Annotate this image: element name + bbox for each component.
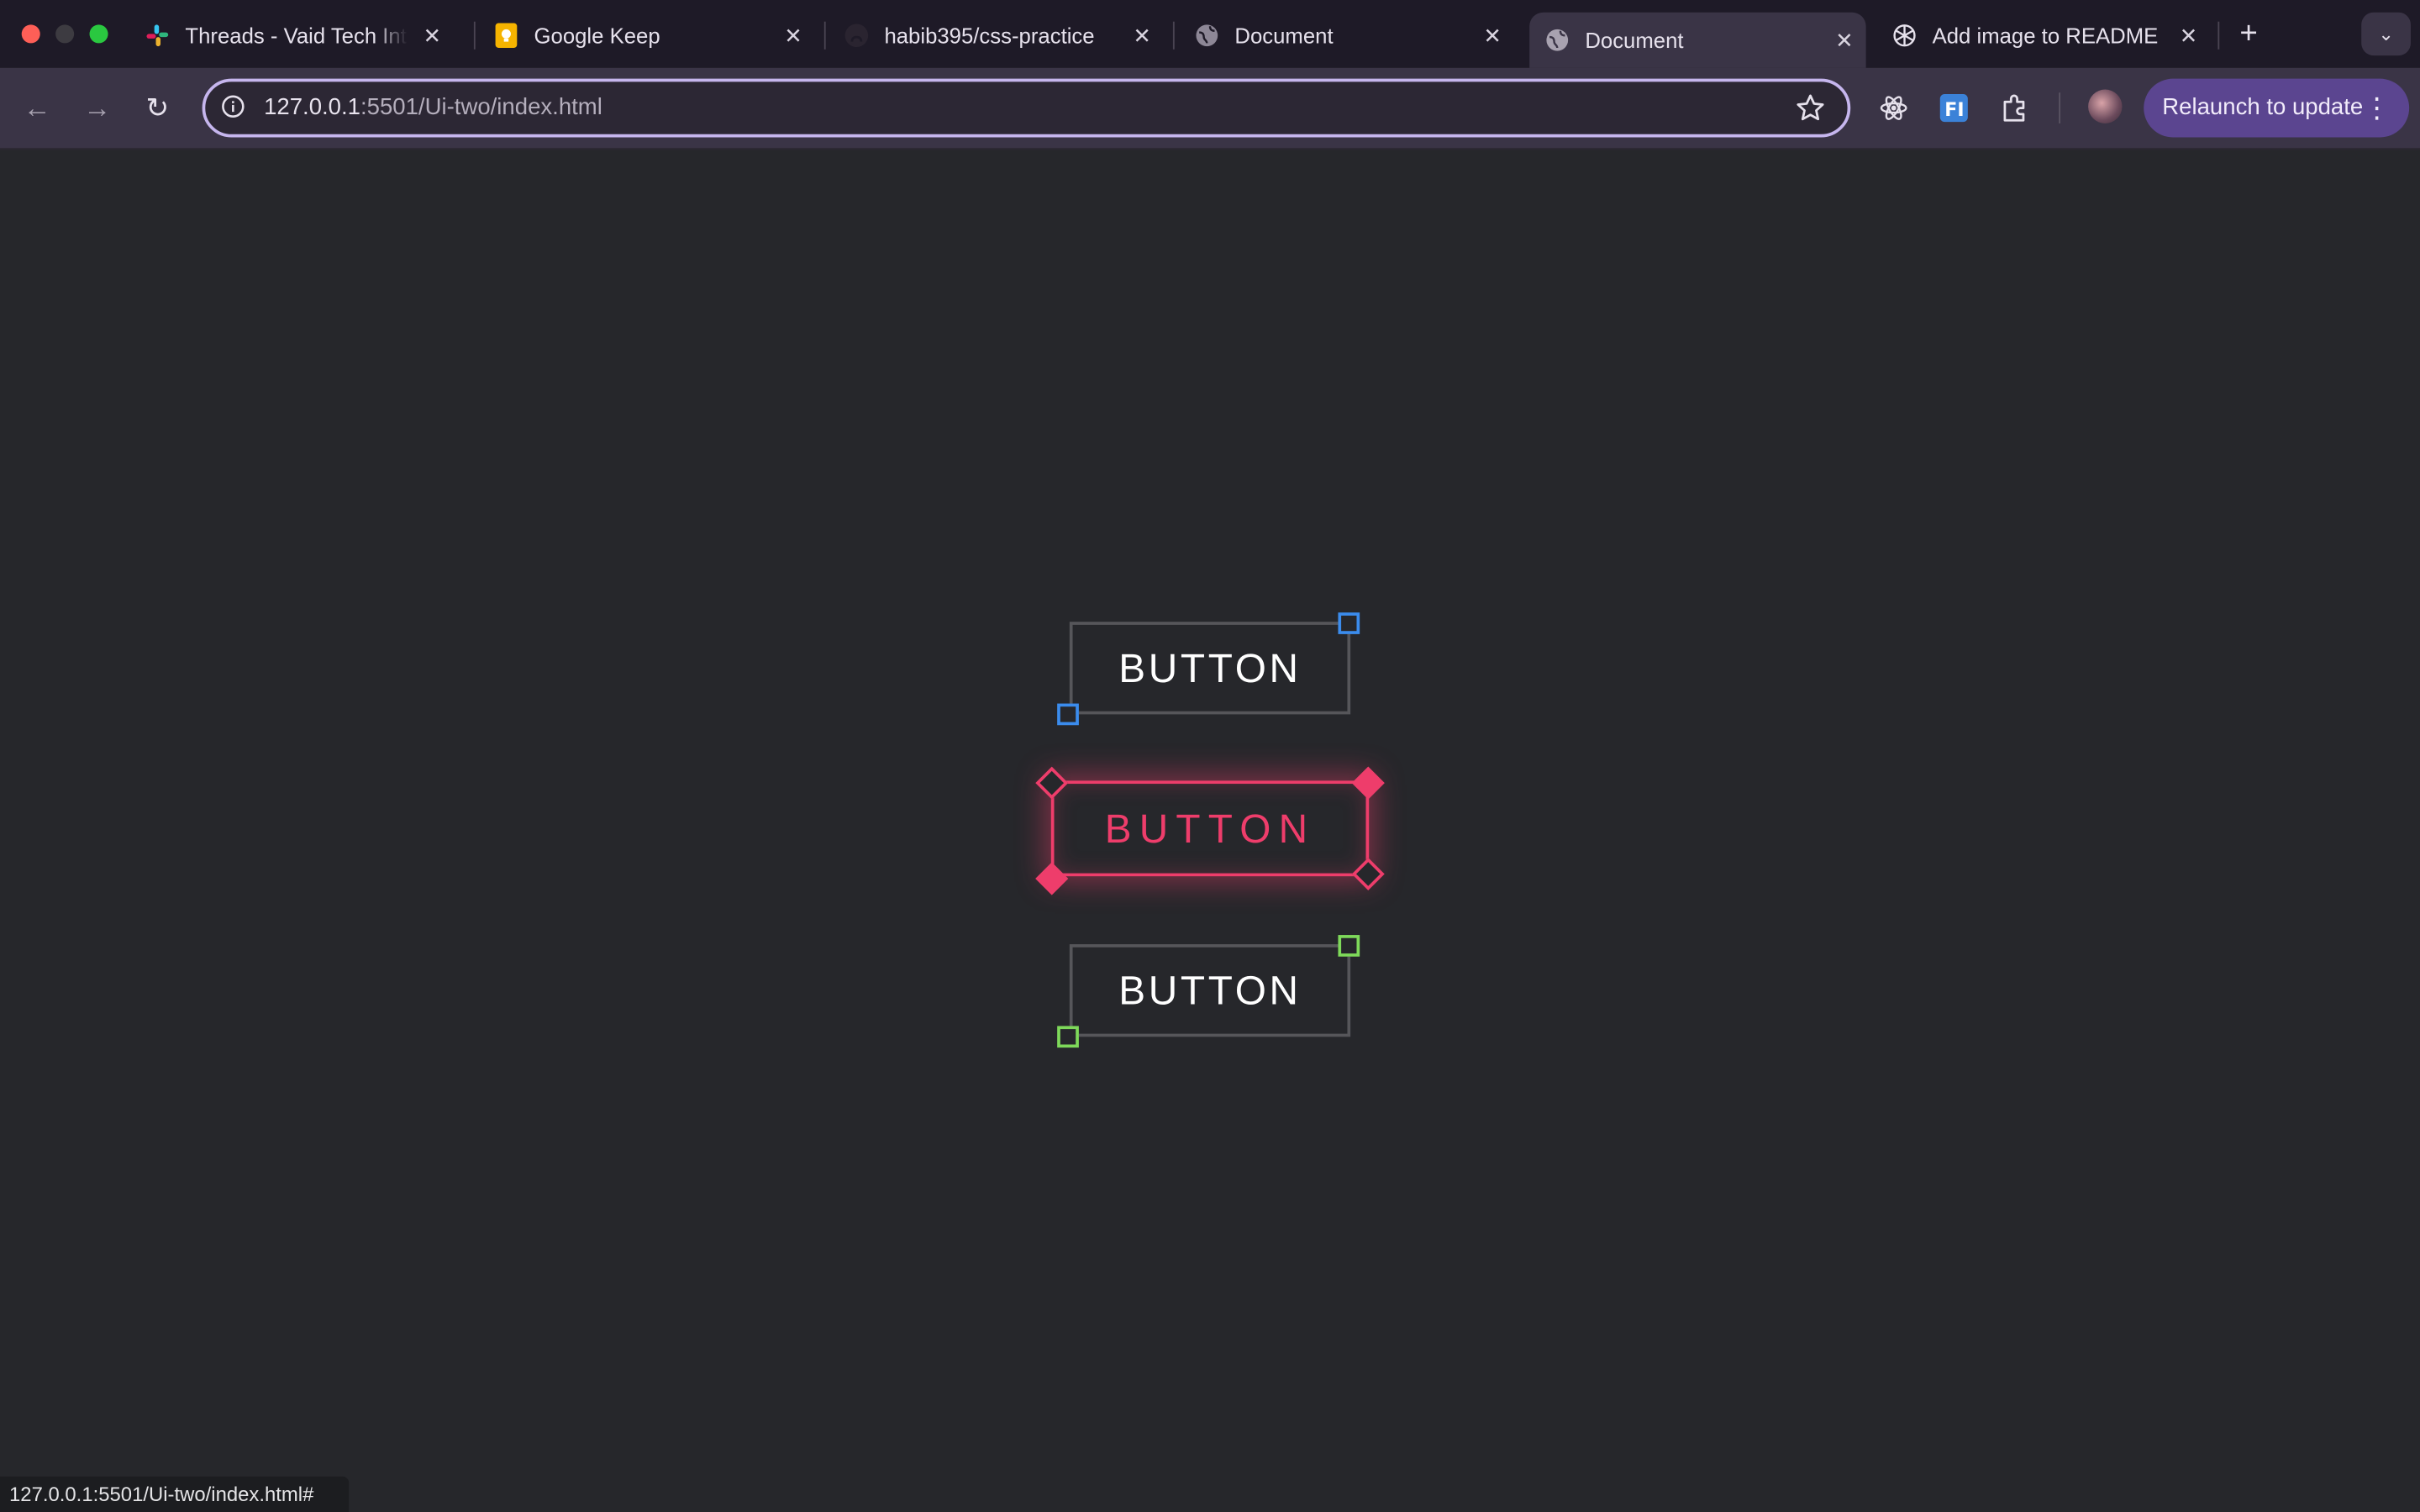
- relaunch-label: Relaunch to update: [2162, 94, 2364, 121]
- site-info-icon[interactable]: [221, 94, 245, 118]
- tab-strip: Threads - Vaid Tech Inte ✕ Google Keep ✕…: [0, 0, 2420, 68]
- tab-title: Document: [1234, 23, 1334, 48]
- relaunch-to-update-button[interactable]: Relaunch to update ⋮: [2144, 78, 2410, 138]
- url-text: 127.0.0.1:5501/Ui-two/index.html: [264, 81, 602, 134]
- svg-text:FI: FI: [1944, 100, 1964, 121]
- reload-button[interactable]: ↻: [139, 90, 176, 127]
- demo-button-blue[interactable]: BUTTON: [1069, 622, 1351, 715]
- tab-separator: [1172, 21, 1175, 50]
- tab-threads[interactable]: Threads - Vaid Tech Inte ✕: [129, 9, 454, 61]
- reload-icon: ↻: [145, 92, 170, 123]
- chatgpt-icon: [1892, 24, 1917, 48]
- tab-title: Threads - Vaid Tech Inte: [185, 23, 408, 48]
- button-label: BUTTON: [1104, 804, 1316, 851]
- arrow-left-icon: ←: [23, 92, 51, 123]
- close-tab-icon[interactable]: ✕: [1129, 23, 1154, 49]
- close-tab-icon[interactable]: ✕: [1832, 27, 1856, 53]
- tab-separator: [823, 21, 826, 50]
- page-content: BUTTON BUTTON BUTTON: [0, 150, 2420, 1512]
- tab-title: Document: [1585, 28, 1684, 53]
- address-bar[interactable]: 127.0.0.1:5501/Ui-two/index.html: [202, 78, 1851, 138]
- more-menu-icon[interactable]: ⋮: [2363, 79, 2391, 138]
- forward-button[interactable]: →: [79, 90, 116, 127]
- tab-title: Add image to README: [1932, 23, 2159, 48]
- close-tab-icon[interactable]: ✕: [2176, 23, 2201, 49]
- back-button[interactable]: ←: [18, 90, 55, 127]
- bookmark-star-icon[interactable]: [1795, 92, 1826, 123]
- tab-document-1[interactable]: Document ✕: [1179, 9, 1512, 61]
- tab-add-image-readme[interactable]: Add image to README ✕: [1876, 9, 2210, 61]
- link-status-bar: 127.0.0.1:5501/Ui-two/index.html#: [0, 1476, 350, 1512]
- demo-button-green[interactable]: BUTTON: [1069, 944, 1351, 1037]
- github-icon: [844, 24, 869, 48]
- close-tab-icon[interactable]: ✕: [781, 23, 805, 49]
- minimize-window-button[interactable]: [55, 24, 75, 44]
- globe-icon: [1545, 28, 1570, 52]
- tab-search-button[interactable]: ⌄: [2361, 12, 2411, 56]
- fi-extension-icon[interactable]: FI: [1935, 90, 1972, 127]
- button-label: BUTTON: [1118, 643, 1302, 690]
- fullscreen-window-button[interactable]: [89, 24, 108, 44]
- tab-google-keep[interactable]: Google Keep ✕: [480, 9, 813, 61]
- google-keep-icon: [494, 23, 518, 48]
- browser-toolbar: ← → ↻ 127.0.0.1:5501/Ui-two/index.html F…: [0, 67, 2420, 150]
- close-tab-icon[interactable]: ✕: [1480, 23, 1504, 49]
- url-path: :5501/Ui-two/index.html: [360, 94, 602, 121]
- puzzle-extensions-icon[interactable]: [1997, 90, 2034, 127]
- chevron-down-icon: ⌄: [2378, 23, 2394, 45]
- arrow-right-icon: →: [83, 92, 112, 123]
- tab-document-active[interactable]: Document ✕: [1529, 12, 1866, 68]
- slack-icon: [145, 24, 170, 48]
- close-tab-icon[interactable]: ✕: [420, 23, 445, 49]
- button-label: BUTTON: [1118, 966, 1302, 1013]
- new-tab-button[interactable]: +: [2233, 15, 2265, 52]
- tab-github[interactable]: habib395/css-practice ✕: [829, 9, 1162, 61]
- tab-title: habib395/css-practice: [884, 23, 1095, 48]
- tab-separator: [2217, 21, 2220, 50]
- tab-title: Google Keep: [534, 23, 660, 48]
- toolbar-separator: [2059, 92, 2061, 123]
- corner-square-top-right: [1338, 612, 1360, 634]
- react-devtools-icon[interactable]: [1876, 90, 1912, 127]
- demo-button-pink-hovered[interactable]: BUTTON: [1050, 780, 1370, 877]
- corner-square-bottom-left: [1057, 1026, 1079, 1048]
- tab-separator: [473, 21, 476, 50]
- corner-square-top-right: [1338, 935, 1360, 957]
- close-window-button[interactable]: [21, 24, 40, 44]
- url-host: 127.0.0.1: [264, 94, 360, 121]
- profile-avatar[interactable]: [2088, 89, 2123, 123]
- corner-square-bottom-left: [1057, 703, 1079, 726]
- globe-icon: [1195, 24, 1219, 48]
